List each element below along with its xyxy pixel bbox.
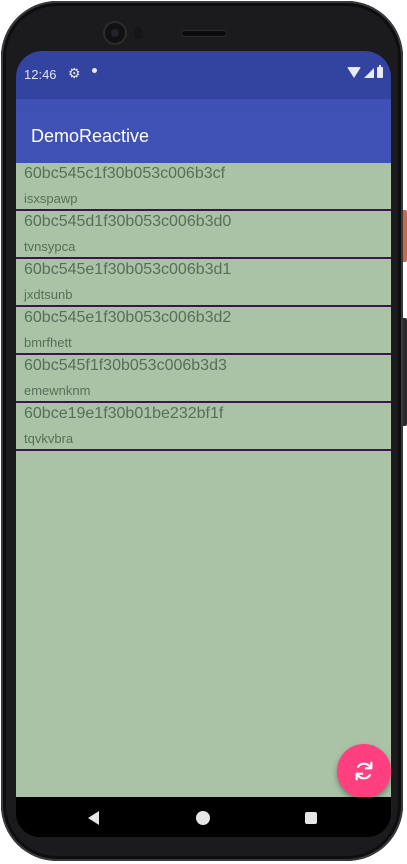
refresh-icon [355, 761, 373, 781]
item-name: tqvkvbra [24, 431, 74, 446]
back-icon[interactable] [88, 811, 99, 825]
item-id: 60bc545e1f30b053c006b3d1 [24, 261, 232, 278]
device-screen: 12:46 ⚙ DemoReactive 60bc545c1f30b053c00… [16, 51, 391, 837]
proximity-sensor [134, 27, 142, 39]
list-item[interactable]: 60bc545e1f30b053c006b3d1 jxdtsunb [16, 259, 391, 307]
item-id: 60bce19e1f30b01be232bf1f [24, 405, 224, 422]
recents-icon[interactable] [305, 812, 317, 824]
list-container[interactable]: 60bc545c1f30b053c006b3cf isxspawp 60bc54… [16, 163, 391, 797]
app-title: DemoReactive [31, 126, 150, 146]
status-bar: 12:46 ⚙ [16, 51, 391, 99]
app-bar: DemoReactive [16, 109, 391, 163]
list-item[interactable]: 60bc545c1f30b053c006b3cf isxspawp [16, 163, 391, 211]
wifi-icon [347, 67, 361, 78]
item-id: 60bc545f1f30b053c006b3d3 [24, 357, 227, 374]
refresh-button[interactable] [337, 744, 391, 798]
phone-frame: 12:46 ⚙ DemoReactive 60bc545c1f30b053c00… [1, 1, 403, 861]
volume-button [403, 318, 407, 426]
list-item[interactable]: 60bc545f1f30b053c006b3d3 emewnknm [16, 355, 391, 403]
earpiece-speaker [182, 31, 226, 36]
item-name: jxdtsunb [24, 287, 73, 302]
item-name: bmrfhett [24, 335, 72, 350]
item-name: tvnsypca [24, 239, 76, 254]
item-id: 60bc545c1f30b053c006b3cf [24, 165, 226, 182]
battery-icon [377, 65, 383, 78]
notification-dot-icon [92, 68, 97, 73]
system-status-icons [347, 65, 383, 78]
power-button [403, 210, 407, 262]
list-item[interactable]: 60bce19e1f30b01be232bf1f tqvkvbra [16, 403, 391, 451]
item-name: isxspawp [24, 191, 78, 206]
status-time: 12:46 [24, 67, 57, 82]
system-nav-bar [16, 797, 391, 837]
gear-icon: ⚙ [68, 65, 81, 81]
item-id: 60bc545e1f30b053c006b3d2 [24, 309, 232, 326]
signal-icon [364, 67, 374, 78]
home-icon[interactable] [196, 811, 210, 825]
list-item[interactable]: 60bc545e1f30b053c006b3d2 bmrfhett [16, 307, 391, 355]
app-bar-extension [16, 99, 391, 109]
list-item[interactable]: 60bc545d1f30b053c006b3d0 tvnsypca [16, 211, 391, 259]
item-name: emewnknm [24, 383, 91, 398]
front-camera [105, 23, 125, 43]
item-id: 60bc545d1f30b053c006b3d0 [24, 213, 232, 230]
